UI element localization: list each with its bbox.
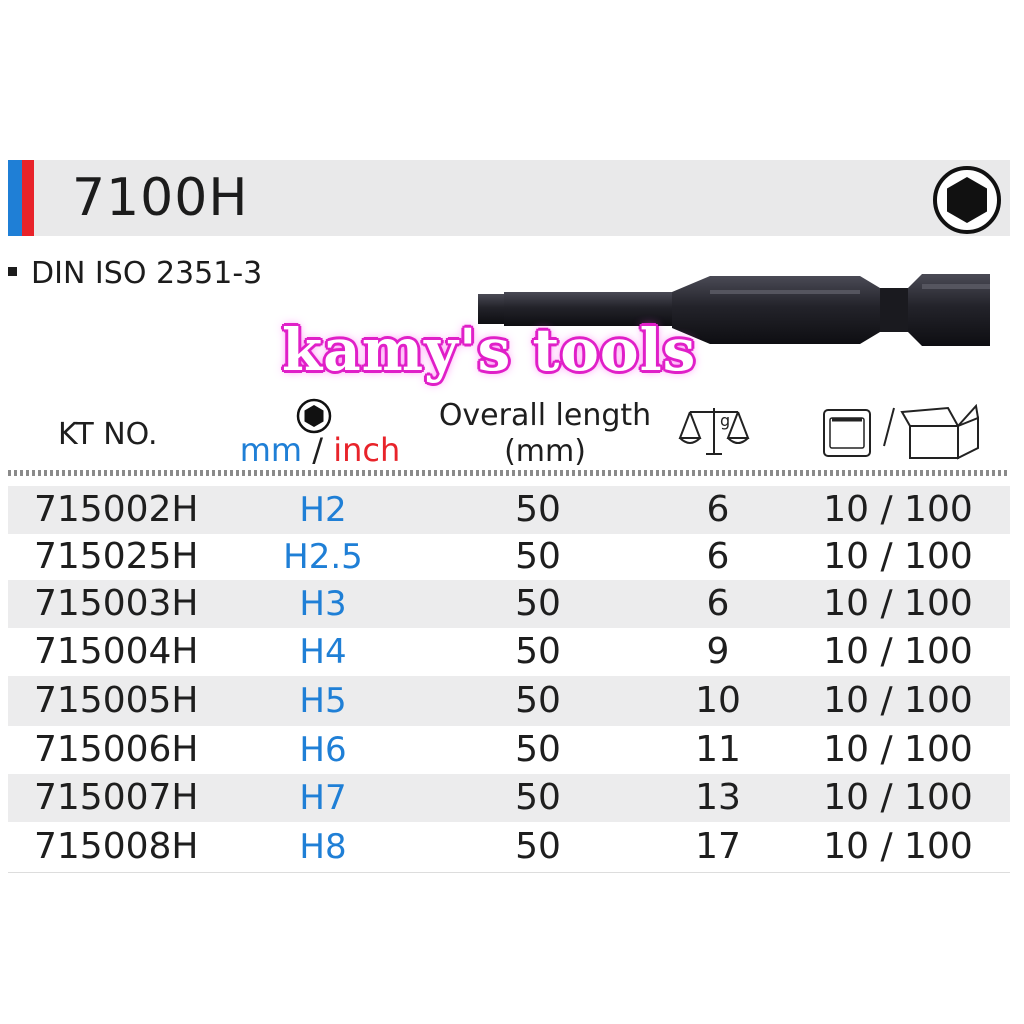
header-divider: [8, 470, 1010, 476]
table-row: 715002H H2 50 6 10 / 100: [8, 486, 1010, 534]
size-cell: H7: [299, 778, 347, 818]
watermark: kamy's tools: [282, 316, 697, 384]
pack-qty-cell: 10 / 100: [823, 826, 973, 867]
pack-qty-cell: 10 / 100: [823, 489, 973, 530]
weight-cell: 17: [695, 826, 741, 867]
table-row: 715006H H6 50 11 10 / 100: [8, 726, 1010, 774]
brand-stripe-red: [22, 160, 34, 236]
kt-number-cell: 715005H: [34, 680, 199, 721]
hex-socket-icon: [296, 398, 332, 434]
pack-qty-cell: 10 / 100: [823, 729, 973, 770]
pack-qty-cell: 10 / 100: [823, 536, 973, 577]
table-row: 715008H H8 50 17 10 / 100: [8, 822, 1010, 872]
pack-qty-cell: 10 / 100: [823, 631, 973, 672]
size-cell: H8: [299, 827, 347, 867]
kt-number-cell: 715006H: [34, 729, 199, 770]
standard-spec: DIN ISO 2351-3: [8, 256, 262, 292]
bullet-icon: [8, 267, 17, 276]
table-bottom-line: [8, 872, 1010, 873]
size-cell: H2.5: [283, 537, 363, 577]
length-label: Overall length: [438, 398, 652, 433]
table-row: 715007H H7 50 13 10 / 100: [8, 774, 1010, 822]
weight-cell: 11: [695, 729, 741, 770]
pack-separator: [883, 407, 895, 447]
weight-cell: 6: [706, 536, 730, 577]
model-title: 7100H: [72, 168, 249, 228]
column-header-size: mm / inch: [230, 433, 410, 467]
pack-qty-cell: 10 / 100: [823, 680, 973, 721]
weight-cell: 9: [706, 631, 730, 672]
size-cell: H2: [299, 490, 347, 530]
packaging-icons: [823, 404, 979, 460]
length-unit: (mm): [504, 434, 586, 469]
scale-icon: g: [678, 408, 750, 455]
length-cell: 50: [515, 777, 561, 818]
hex-socket-icon: [933, 166, 1001, 234]
kt-number-cell: 715008H: [34, 826, 199, 867]
size-unit-inch: inch: [333, 431, 401, 469]
size-cell: H5: [299, 681, 347, 721]
weight-cell: 10: [695, 680, 741, 721]
kt-number-cell: 715004H: [34, 631, 199, 672]
kt-number-cell: 715007H: [34, 777, 199, 818]
table-row: 715005H H5 50 10 10 / 100: [8, 676, 1010, 726]
length-cell: 50: [515, 631, 561, 672]
single-pack-icon: [823, 409, 871, 457]
weight-cell: 6: [706, 583, 730, 624]
product-table: 715002H H2 50 6 10 / 100 715025H H2.5 50 6 10 / 1…: [8, 486, 1010, 872]
size-cell: H3: [299, 584, 347, 624]
pack-qty-cell: 10 / 100: [823, 583, 973, 624]
table-row: 715004H H4 50 9 10 / 100: [8, 628, 1010, 676]
pack-qty-cell: 10 / 100: [823, 777, 973, 818]
size-cell: H6: [299, 730, 347, 770]
column-header-length: Overall length (mm): [425, 398, 665, 470]
size-unit-separator: /: [302, 431, 334, 469]
size-unit-mm: mm: [239, 431, 303, 469]
length-cell: 50: [515, 489, 561, 530]
length-cell: 50: [515, 729, 561, 770]
table-row: 715025H H2.5 50 6 10 / 100: [8, 534, 1010, 580]
size-cell: H4: [299, 632, 347, 672]
kt-number-cell: 715025H: [34, 536, 199, 577]
length-cell: 50: [515, 826, 561, 867]
column-header-kt-no: KT NO.: [58, 417, 158, 452]
length-cell: 50: [515, 680, 561, 721]
table-row: 715003H H3 50 6 10 / 100: [8, 580, 1010, 628]
kt-number-cell: 715003H: [34, 583, 199, 624]
length-cell: 50: [515, 536, 561, 577]
length-cell: 50: [515, 583, 561, 624]
kt-number-cell: 715002H: [34, 489, 199, 530]
standard-text: DIN ISO 2351-3: [31, 256, 263, 291]
weight-cell: 6: [706, 489, 730, 530]
box-icon: [900, 404, 979, 460]
brand-stripe-blue: [8, 160, 22, 236]
weight-cell: 13: [695, 777, 741, 818]
weight-unit: g: [720, 411, 730, 430]
